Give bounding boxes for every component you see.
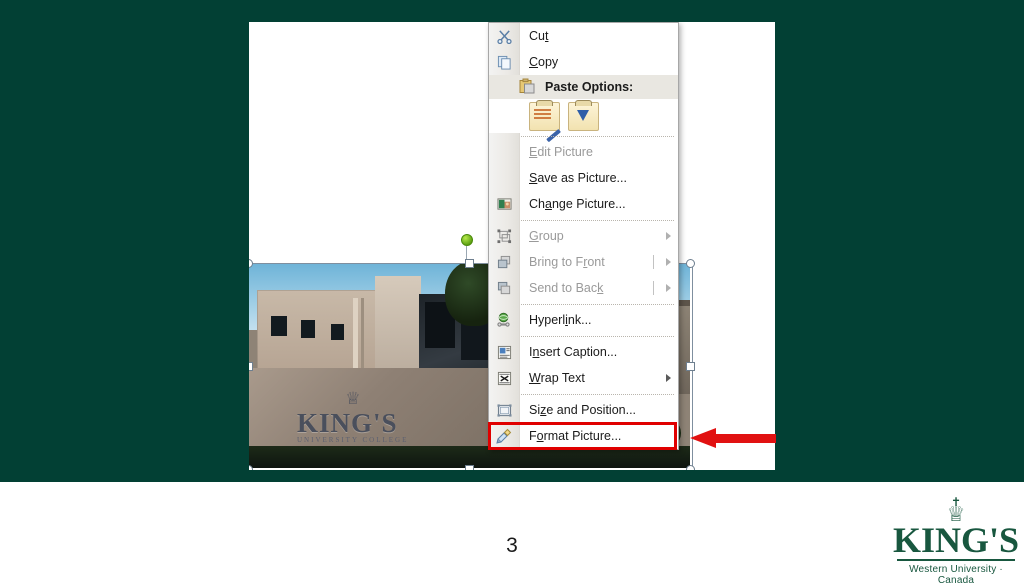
menu-item-label: Send to Back — [529, 281, 604, 295]
menu-item-copy[interactable]: Copy — [489, 49, 678, 75]
logo-tagline: Western University · Canada — [909, 564, 1003, 586]
menu-item-insert-caption[interactable]: Insert Caption... — [489, 339, 678, 365]
size-position-icon — [493, 400, 515, 420]
send-to-back-icon — [493, 278, 515, 298]
context-menu[interactable]: Cut Copy Paste Options: Edit Picture Sav… — [488, 22, 679, 450]
wrap-text-icon — [493, 368, 515, 388]
menu-item-label: Wrap Text — [529, 371, 585, 385]
resize-handle-middle-right[interactable] — [686, 362, 695, 371]
menu-item-label: Save as Picture... — [529, 171, 627, 185]
insert-caption-icon — [493, 342, 515, 362]
group-icon — [493, 226, 515, 246]
resize-handle-top-right[interactable] — [686, 259, 695, 268]
menu-item-wrap-text[interactable]: Wrap Text — [489, 365, 678, 391]
menu-item-label: Group — [529, 229, 564, 243]
menu-item-label: Cut — [529, 29, 549, 43]
picture-paste-button[interactable] — [568, 99, 599, 131]
resize-handle-middle-left[interactable] — [249, 362, 253, 371]
menu-item-label: Bring to Front — [529, 255, 605, 269]
menu-item-size-and-position[interactable]: Size and Position... — [489, 397, 678, 423]
copy-icon — [493, 52, 515, 72]
bring-to-front-icon — [493, 252, 515, 272]
chevron-right-icon — [666, 232, 671, 240]
hyperlink-icon — [493, 310, 515, 330]
chevron-right-icon — [666, 284, 671, 292]
resize-handle-bottom-center[interactable] — [465, 465, 474, 470]
menu-item-label: Copy — [529, 55, 559, 69]
menu-item-bring-to-front: Bring to Front — [489, 249, 678, 275]
chevron-right-icon — [666, 374, 671, 382]
paste-options-label: Paste Options: — [545, 80, 634, 94]
scissors-icon — [493, 26, 515, 46]
menu-item-send-to-back: Send to Back — [489, 275, 678, 301]
menu-item-cut[interactable]: Cut — [489, 23, 678, 49]
chevron-right-icon — [666, 258, 671, 266]
kings-logo: ✝ ♕ KING'S Western University · Canada — [893, 496, 1020, 586]
screenshot-canvas: ♕ KING'S UNIVERSITY COLLEGE Cut Copy Pas… — [249, 22, 775, 470]
menu-item-label: Format Picture... — [529, 429, 622, 443]
resize-handle-bottom-right[interactable] — [686, 465, 695, 470]
format-picture-icon — [493, 426, 515, 446]
rotation-handle[interactable] — [461, 234, 473, 246]
red-annotation-arrow — [690, 428, 776, 448]
menu-item-paste-options-header: Paste Options: — [489, 75, 678, 99]
logo-crown-group: ✝ ♕ — [893, 496, 1019, 526]
keep-source-formatting-button[interactable] — [529, 99, 561, 142]
menu-item-hyperlink[interactable]: Hyperlink... — [489, 307, 678, 333]
menu-item-label: Edit Picture — [529, 145, 593, 159]
menu-item-change-picture[interactable]: Change Picture... — [489, 191, 678, 217]
menu-item-edit-picture: Edit Picture — [489, 139, 678, 165]
logo-wordmark: KING'S — [893, 520, 1020, 560]
arrow-shaft — [714, 434, 776, 443]
arrow-head — [690, 428, 716, 448]
menu-divider-bar — [653, 255, 654, 269]
menu-item-label: Insert Caption... — [529, 345, 618, 359]
paste-options-row[interactable] — [489, 99, 678, 142]
menu-item-format-picture[interactable]: Format Picture... — [489, 423, 678, 449]
slide: ♕ KING'S UNIVERSITY COLLEGE Cut Copy Pas… — [0, 0, 1024, 586]
change-picture-icon — [493, 194, 515, 214]
resize-handle-top-center[interactable] — [465, 259, 474, 268]
menu-item-label: Size and Position... — [529, 403, 637, 417]
page-number: 3 — [506, 534, 518, 557]
paste-icon — [519, 78, 535, 97]
menu-divider-bar — [653, 281, 654, 295]
menu-item-group: Group — [489, 223, 678, 249]
crown-icon: ♕ — [946, 503, 966, 526]
menu-item-label: Hyperlink... — [529, 313, 592, 327]
menu-item-label: Change Picture... — [529, 197, 626, 211]
menu-item-save-as-picture[interactable]: Save as Picture... — [489, 165, 678, 191]
